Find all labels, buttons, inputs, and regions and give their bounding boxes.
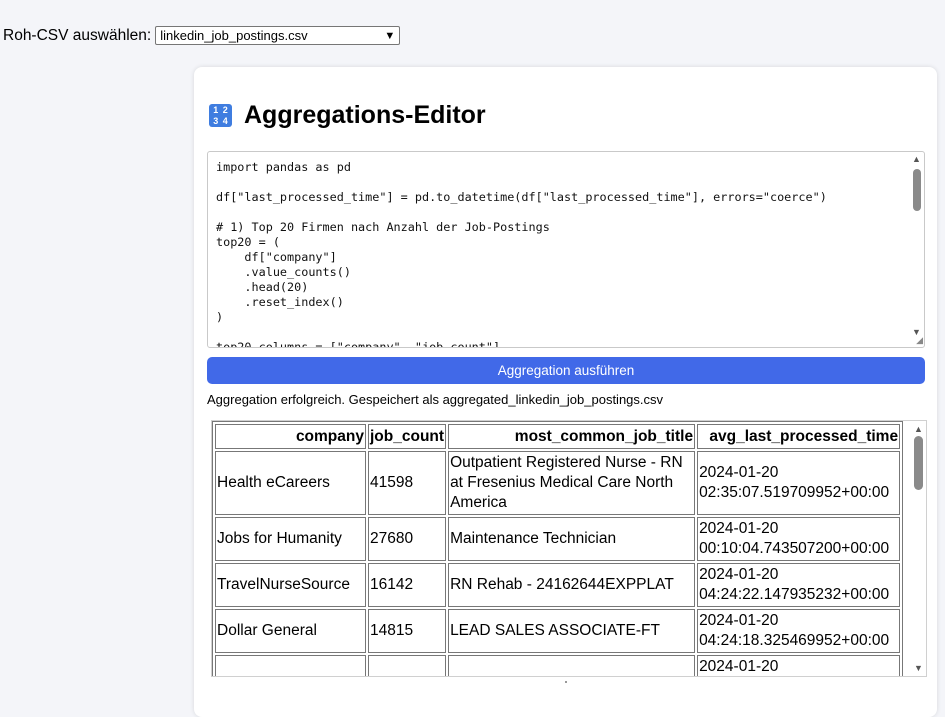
column-header: avg_last_processed_time [697, 424, 901, 449]
aggregation-editor-card: 1234 Aggregations-Editor import pandas a… [194, 67, 937, 717]
table-cell: LEAD SALES ASSOCIATE-FT [448, 609, 696, 653]
table-cell: 14815 [368, 609, 447, 653]
scrollbar-thumb[interactable] [914, 436, 923, 490]
table-cell: Health eCareers [215, 451, 366, 515]
table-cell: 2024-01-20 04:24:22.147935232+00:00 [697, 563, 901, 607]
table-cell: 2024-01-20 04:24:18.325469952+00:00 [697, 609, 901, 653]
table-row: TravelNurseSource 16142 RN Rehab - 24162… [215, 563, 901, 607]
run-aggregation-button[interactable]: Aggregation ausführen [207, 357, 925, 384]
csv-select[interactable]: linkedin_job_postings.csv ▼ [155, 26, 401, 45]
table-row: Health eCareers 41598 Outpatient Registe… [215, 451, 901, 515]
csv-picker-row: Roh-CSV auswählen: linkedin_job_postings… [3, 26, 401, 45]
column-header: job_count [368, 424, 447, 449]
table-row: 2024-01-20 [215, 655, 901, 676]
column-header: most_common_job_title [448, 424, 696, 449]
scroll-up-icon[interactable]: ▲ [914, 424, 923, 434]
table-cell [448, 655, 696, 676]
table-row: Dollar General 14815 LEAD SALES ASSOCIAT… [215, 609, 901, 653]
scroll-up-icon[interactable]: ▲ [912, 154, 921, 164]
page-title: Aggregations-Editor [244, 101, 486, 129]
result-table: company job_count most_common_job_title … [212, 421, 904, 676]
table-cell: RN Rehab - 24162644EXPPLAT [448, 563, 696, 607]
table-cell: Maintenance Technician [448, 517, 696, 561]
table-cell: 27680 [368, 517, 447, 561]
scrollbar-thumb[interactable] [913, 169, 921, 211]
input-numbers-icon: 1234 [209, 104, 232, 127]
editor-title-row: 1234 Aggregations-Editor [209, 101, 486, 130]
table-cell [368, 655, 447, 676]
table-cell: 41598 [368, 451, 447, 515]
table-header-row: company job_count most_common_job_title … [215, 424, 901, 449]
table-cell: Jobs for Humanity [215, 517, 366, 561]
resize-grip-icon[interactable]: ◢ [916, 335, 923, 346]
code-scrollbar[interactable]: ▲ ▼ [910, 152, 924, 347]
code-editor[interactable]: import pandas as pd df["last_processed_t… [207, 151, 925, 348]
table-cell: 2024-01-20 02:35:07.519709952+00:00 [697, 451, 901, 515]
table-scrollbar[interactable]: ▲ ▼ [911, 421, 926, 676]
scroll-down-icon[interactable]: ▼ [914, 663, 923, 673]
table-cell: Dollar General [215, 609, 366, 653]
table-cell: 16142 [368, 563, 447, 607]
csv-picker-label: Roh-CSV auswählen: [3, 26, 152, 44]
horizontal-scroll-indicator [565, 681, 567, 683]
column-header: company [215, 424, 366, 449]
table-cell: 2024-01-20 00:10:04.743507200+00:00 [697, 517, 901, 561]
table-cell: 2024-01-20 [697, 655, 901, 676]
table-cell: Outpatient Registered Nurse - RN at Fres… [448, 451, 696, 515]
code-text[interactable]: import pandas as pd df["last_processed_t… [208, 152, 924, 347]
table-cell [215, 655, 366, 676]
table-row: Jobs for Humanity 27680 Maintenance Tech… [215, 517, 901, 561]
chevron-down-icon: ▼ [384, 29, 396, 42]
status-message: Aggregation erfolgreich. Gespeichert als… [207, 392, 664, 407]
table-cell: TravelNurseSource [215, 563, 366, 607]
result-table-container[interactable]: company job_count most_common_job_title … [211, 420, 927, 677]
csv-select-value: linkedin_job_postings.csv [160, 28, 308, 43]
